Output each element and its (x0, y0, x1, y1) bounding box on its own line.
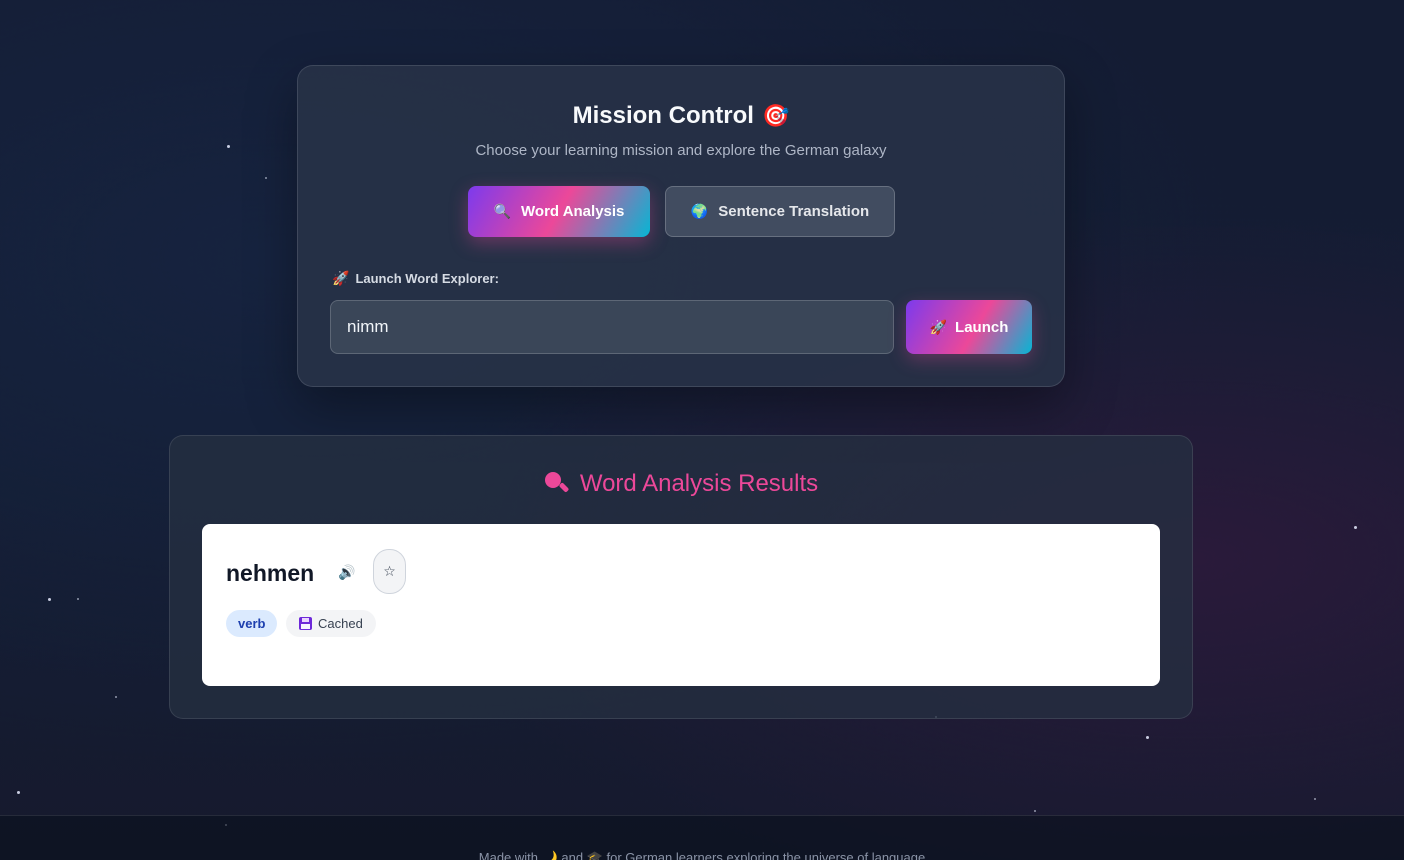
part-of-speech-badge: verb (226, 610, 278, 637)
star-decoration (17, 791, 20, 794)
word-input[interactable] (330, 300, 894, 354)
word-input-label: 🚀 Launch Word Explorer: (332, 270, 499, 287)
star-decoration (1314, 798, 1316, 800)
rocket-icon: 🚀 (332, 270, 350, 286)
word-headword: nehmen (226, 560, 315, 586)
results-panel: Word Analysis Results nehmen 🔊 ☆ verb Ca… (169, 435, 1193, 719)
speaker-icon[interactable]: 🔊 (338, 564, 355, 581)
footer-text: Made with 🌙 and 🎓 for German learners ex… (478, 850, 926, 860)
footer: Made with 🌙 and 🎓 for German learners ex… (0, 815, 1404, 860)
word-analysis-label: Word Analysis (521, 203, 625, 220)
target-icon: 🎯 (761, 103, 790, 128)
cached-label: Cached (318, 616, 363, 631)
star-icon: ☆ (383, 563, 396, 579)
star-decoration (1354, 526, 1357, 529)
mission-title-text: Mission Control (572, 102, 754, 129)
rocket-icon: 🚀 (929, 318, 948, 335)
sentence-translation-label: Sentence Translation (718, 203, 870, 220)
star-decoration (77, 598, 79, 600)
search-icon: 🔍 (493, 203, 512, 219)
results-title: Word Analysis Results (170, 470, 1192, 498)
mission-subtitle: Choose your learning mission and explore… (475, 142, 887, 159)
launch-button[interactable]: 🚀 Launch (906, 300, 1032, 354)
word-input-label-text: Launch Word Explorer: (355, 271, 499, 286)
word-card: nehmen 🔊 ☆ verb Cached (202, 524, 1160, 686)
word-analysis-tab[interactable]: 🔍 Word Analysis (468, 186, 650, 237)
star-decoration (1146, 736, 1149, 739)
cached-badge: Cached (286, 610, 376, 637)
mission-control-panel: Mission Control 🎯 Choose your learning mi… (297, 65, 1065, 387)
star-decoration (1034, 810, 1036, 812)
star-decoration (227, 145, 230, 148)
favorite-star-button[interactable]: ☆ (373, 549, 406, 594)
magnifier-icon (544, 471, 570, 497)
floppy-disk-icon (299, 617, 312, 630)
sentence-translation-tab[interactable]: 🌍 Sentence Translation (665, 186, 895, 237)
launch-label: Launch (955, 318, 1009, 336)
star-decoration (265, 177, 267, 179)
globe-icon: 🌍 (690, 203, 709, 219)
star-decoration (48, 598, 51, 601)
results-title-text: Word Analysis Results (579, 470, 819, 497)
star-decoration (115, 696, 117, 698)
mission-title: Mission Control 🎯 (298, 102, 1064, 130)
